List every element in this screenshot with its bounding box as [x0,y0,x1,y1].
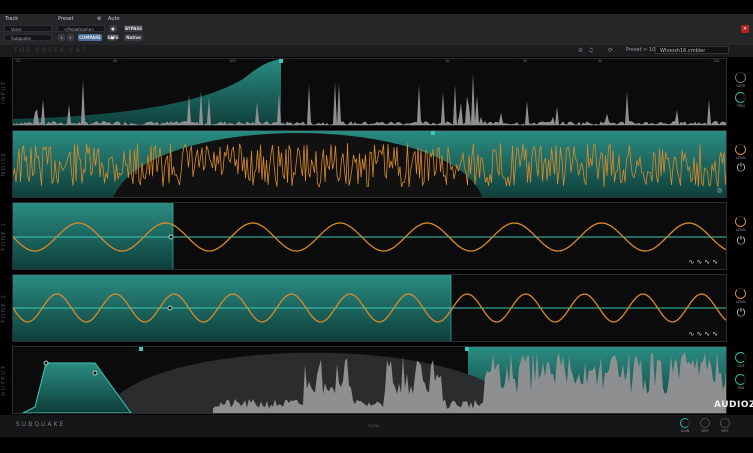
footer-dry-label: DRY [701,429,709,433]
noise-filter-handle[interactable] [431,131,435,135]
native-button[interactable]: Native [124,34,143,41]
tone2-side-controls: LEVEL ⏻ [730,288,752,328]
safe-button[interactable]: SAFE [106,34,120,41]
input-freq-ticks: 20 50 100 1k 2k 5k 10k [13,59,726,67]
plugin-title: THE CREEK CAT [14,47,88,54]
noise-panel-label: NOISE [1,151,7,177]
tone2-freq-handle[interactable] [167,305,173,311]
footer-wet-label: WET [721,429,729,433]
output-high-handle[interactable] [465,347,469,351]
output-envelope [22,362,132,413]
gate-knob[interactable] [735,72,746,83]
tone1-power-icon[interactable]: ⏻ [730,235,752,246]
freq-tick: 2k [523,59,528,63]
settings-icon[interactable]: ⚙ [97,16,101,22]
freq-tick: 100 [229,59,236,63]
mix-label: MIX [737,386,745,390]
tone2-waveform-selector[interactable]: ∿∿∿∿ [689,330,720,338]
output-side-controls: OUT MIX [730,352,752,397]
noise-panel[interactable]: ◎ [12,130,727,198]
tone1-freq-handle[interactable] [168,234,174,240]
tone1-side-controls: LEVEL ⏻ [730,216,752,256]
tone2-panel[interactable]: ∿∿∿∿ [12,274,727,342]
footer-wet-knob[interactable] [720,418,730,428]
bypass-button[interactable]: BYPASS [124,25,143,32]
tone1-panel[interactable]: ∿∿∿∿ [12,202,727,270]
preset-label: Preset [58,16,74,22]
freq-tick: 5k [598,59,603,63]
footer-title: SUBQUAKE [16,421,66,428]
freq-tick: 10k [713,59,720,63]
noise-level-knob[interactable] [735,144,746,155]
trig-label: TRIG [736,104,746,108]
envelope-attack-handle[interactable] [43,360,49,366]
preset-select[interactable]: <Presetname> [57,25,105,32]
out-knob[interactable] [735,352,746,363]
track-label: Track [5,16,19,22]
note-icon[interactable]: ♫ [588,47,593,54]
auto-label: Auto [108,16,120,22]
host-toolbar: Track Preset Auto ⚙ Voice Subquake <Pres… [0,14,753,46]
plugin-select[interactable]: Subquake [4,34,52,41]
tone1-level-label: LEVEL [735,228,747,232]
footer-gain-label: GAIN [680,429,690,433]
footer-dry-knob[interactable] [700,418,710,428]
tone1-display [13,203,726,269]
trig-knob[interactable] [735,92,746,103]
noise-power-icon[interactable]: ⏻ [730,162,752,173]
gate-label: GATE [736,84,746,88]
input-panel[interactable]: 20 50 100 1k 2k 5k 10k [12,58,727,126]
freq-tick: 20 [16,59,21,63]
output-low-handle[interactable] [139,347,143,351]
noise-side-controls: LEVEL ⏻ [730,144,752,184]
envelope-release-handle[interactable] [92,370,98,376]
tone2-panel-label: TONE 2 [1,293,7,323]
freq-tick: 50 [113,59,118,63]
footer-center-label: Audio [368,423,380,428]
tone2-power-icon[interactable]: ⏻ [730,307,752,318]
tone1-waveform-selector[interactable]: ∿∿∿∿ [689,258,720,266]
out-label: OUT [737,364,745,368]
next-preset-button[interactable]: › [67,34,74,41]
noise-settings-icon[interactable]: ◎ [717,187,722,194]
mix-knob[interactable] [735,374,746,385]
input-panel-label: INPUT [1,80,7,104]
output-panel[interactable] [12,346,727,414]
output-display [22,347,726,413]
auto-toggle[interactable]: ● [109,25,117,32]
tone2-level-label: LEVEL [735,300,747,304]
compare-button[interactable]: COMPARE [78,34,102,41]
reset-icon[interactable]: ⟳ [608,47,613,54]
preset-name-field[interactable]: Whoosh16.cmbler [655,46,729,54]
tone2-display [13,275,726,341]
footer-gain-knob[interactable] [680,418,690,428]
noise-level-label: LEVEL [735,156,747,160]
tone2-level-knob[interactable] [735,288,746,299]
input-side-controls: GATE TRIG [730,72,752,112]
input-spectrum [13,59,726,125]
tone1-panel-label: TONE 1 [1,221,7,251]
output-panel-label: OUTPUT [1,364,7,396]
link-icon[interactable]: ⊘ [578,47,583,54]
close-plugin-icon[interactable]: ✕ [741,25,749,33]
noise-display [13,131,726,197]
tone1-level-knob[interactable] [735,216,746,227]
input-filter-region [13,59,281,125]
watermark-text: AUDIOZ [714,400,753,410]
freq-tick: 1k [445,59,450,63]
track-select[interactable]: Voice [4,25,52,32]
prev-preset-button[interactable]: ‹ [58,34,65,41]
